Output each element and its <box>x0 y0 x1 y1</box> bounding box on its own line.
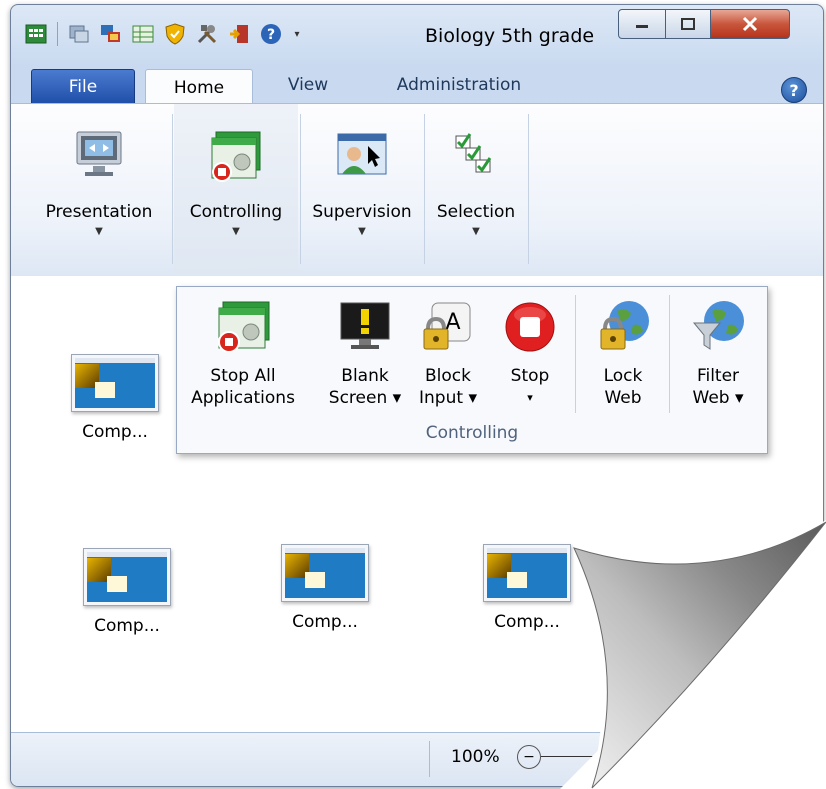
tab-file[interactable]: File <box>31 69 135 105</box>
blank-screen-button[interactable]: Blank Screen ▾ <box>321 287 409 427</box>
block-input-label-line2: Input ▾ <box>419 388 477 408</box>
blank-screen-icon <box>335 297 395 357</box>
selection-icon <box>446 126 506 186</box>
toolbar-separator <box>57 22 58 46</box>
maximize-icon <box>681 18 695 30</box>
lock-web-label-line2: Web <box>604 388 642 408</box>
stop-icon <box>500 297 560 357</box>
filter-web-icon <box>688 297 748 357</box>
window-title: Biology 5th grade <box>425 25 595 47</box>
menu-separator <box>575 295 576 413</box>
presentation-label: Presentation <box>45 202 153 222</box>
close-button[interactable] <box>711 9 790 39</box>
minimize-icon <box>636 25 648 28</box>
screen-preview <box>281 544 369 602</box>
ribbon-separator <box>172 114 173 264</box>
controlling-label: Controlling <box>189 202 283 222</box>
network-icon[interactable] <box>98 21 124 47</box>
page-curl-effect <box>560 520 826 789</box>
tab-administration[interactable]: Administration <box>379 67 539 103</box>
tools-icon[interactable] <box>194 21 220 47</box>
svg-text:?: ? <box>267 27 275 43</box>
blank-screen-label-line1: Blank <box>341 366 389 386</box>
filter-web-label-line1: Filter <box>696 366 740 386</box>
stop-all-label-line2: Applications <box>191 388 295 408</box>
tab-view[interactable]: View <box>269 67 347 103</box>
chevron-down-icon: ▼ <box>358 226 366 237</box>
stop-label-line2: ▾ <box>527 391 533 404</box>
computer-label: Comp... <box>82 422 148 442</box>
controlling-group-label: Controlling <box>425 423 519 443</box>
minimize-button[interactable] <box>618 9 666 39</box>
computer-thumbnail[interactable]: Comp... <box>265 544 385 632</box>
ribbon-separator <box>300 114 301 264</box>
stop-all-label-line1: Stop All <box>210 366 276 386</box>
presentation-button[interactable]: Presentation ▼ <box>29 104 169 274</box>
supervision-button[interactable]: Supervision ▼ <box>302 104 422 274</box>
filter-web-label-line2: Web ▾ <box>692 388 744 408</box>
stop-all-applications-icon <box>213 297 273 357</box>
ribbon-separator <box>424 114 425 264</box>
stop-label-line1: Stop <box>510 366 550 386</box>
ribbon-home: Presentation ▼ Controlling ▼ Supervision… <box>11 103 823 277</box>
shield-icon[interactable] <box>162 21 188 47</box>
zoom-level: 100% <box>451 747 500 767</box>
computer-label: Comp... <box>94 616 160 636</box>
controlling-button[interactable]: Controlling ▼ <box>174 104 298 274</box>
selection-button[interactable]: Selection ▼ <box>426 104 526 274</box>
stop-all-applications-button[interactable]: Stop All Applications <box>183 287 303 427</box>
controlling-dropdown: Stop All Applications Blank Screen ▾ A B… <box>176 286 768 454</box>
customize-dropdown-icon[interactable]: ▾ <box>290 21 304 47</box>
close-icon <box>742 16 758 32</box>
screen-preview <box>483 544 571 602</box>
blank-screen-label-line2: Screen ▾ <box>328 388 402 408</box>
grid-icon[interactable] <box>23 21 49 47</box>
maximize-button[interactable] <box>666 9 711 39</box>
filter-web-button[interactable]: Filter Web ▾ <box>677 287 759 427</box>
screen-preview <box>71 354 159 412</box>
block-input-icon: A <box>418 297 478 357</box>
block-input-button[interactable]: A Block Input ▾ <box>411 287 485 427</box>
screen-preview <box>83 548 171 606</box>
title-bar: ? ▾ Biology 5th grade <box>11 5 823 55</box>
status-separator <box>429 741 430 777</box>
exit-icon[interactable] <box>226 21 252 47</box>
selection-label: Selection <box>436 202 516 222</box>
stop-button[interactable]: Stop ▾ <box>495 287 565 427</box>
lock-web-button[interactable]: Lock Web <box>585 287 661 427</box>
remote-icon[interactable] <box>66 21 92 47</box>
ribbon-help-icon[interactable]: ? <box>781 77 807 103</box>
chevron-down-icon: ▼ <box>472 226 480 237</box>
block-input-label-line1: Block <box>425 366 471 386</box>
ribbon-tabs: File Home View Administration <box>11 67 823 106</box>
window-controls <box>618 9 790 39</box>
tab-home[interactable]: Home <box>145 69 253 106</box>
ribbon-separator <box>528 114 529 264</box>
presentation-icon <box>69 126 129 186</box>
computer-thumbnail[interactable]: Comp... <box>55 354 175 442</box>
chevron-down-icon: ▼ <box>232 226 240 237</box>
menu-separator <box>669 295 670 413</box>
lock-web-icon <box>593 297 653 357</box>
supervision-label: Supervision <box>312 202 412 222</box>
chevron-down-icon: ▼ <box>95 226 103 237</box>
table-icon[interactable] <box>130 21 156 47</box>
quick-access-toolbar: ? ▾ <box>23 21 304 47</box>
supervision-icon <box>332 126 392 186</box>
computer-label: Comp... <box>292 612 358 632</box>
computer-label: Comp... <box>494 612 560 632</box>
lock-web-label-line1: Lock <box>603 366 643 386</box>
controlling-icon <box>206 126 266 186</box>
help-icon[interactable]: ? <box>258 21 284 47</box>
zoom-out-button[interactable]: − <box>517 745 541 769</box>
computer-thumbnail[interactable]: Comp... <box>67 548 187 636</box>
